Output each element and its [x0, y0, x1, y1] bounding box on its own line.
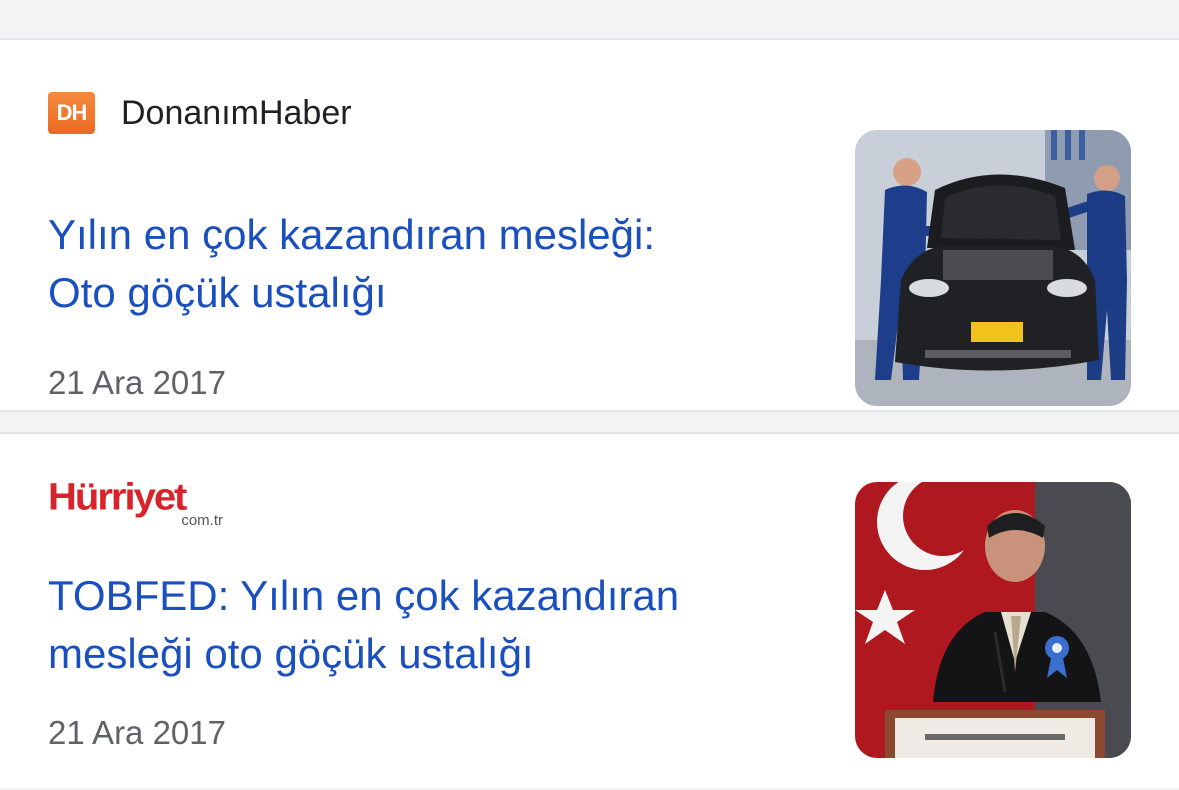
news-card[interactable]: Hürriyet com.tr TOBFED: Yılın en çok kaz…: [0, 434, 1179, 788]
article-date: 21 Ara 2017: [48, 714, 226, 751]
logo-brand-text: Hürriyet: [48, 476, 187, 518]
logo-domain-text: com.tr: [181, 512, 223, 529]
headline-line-2: mesleği oto göçük ustalığı: [48, 630, 534, 677]
article-thumbnail[interactable]: [855, 482, 1131, 758]
hurriyet-logo: Hürriyet com.tr: [48, 478, 223, 530]
card-separator: [0, 412, 1179, 434]
headline-line-1: Yılın en çok kazandıran mesleği:: [48, 211, 655, 258]
article-headline-link[interactable]: Yılın en çok kazandıran mesleği: Oto göç…: [48, 206, 788, 322]
top-spacer: [0, 0, 1179, 40]
logo-text: DH: [56, 100, 88, 125]
mechanics-car-image: [855, 130, 1131, 406]
source-row: DH DonanımHaber: [48, 92, 352, 134]
headline-line-1: TOBFED: Yılın en çok kazandıran: [48, 572, 680, 619]
source-name: DonanımHaber: [121, 93, 352, 132]
news-card[interactable]: DH DonanımHaber Yılın en çok kazandıran …: [0, 40, 1179, 412]
source-row: Hürriyet com.tr: [48, 478, 223, 530]
article-headline-link[interactable]: TOBFED: Yılın en çok kazandıran mesleği …: [48, 567, 788, 683]
donanimhaber-logo: DH: [48, 92, 95, 134]
article-thumbnail[interactable]: [855, 130, 1131, 406]
headline-line-2: Oto göçük ustalığı: [48, 269, 387, 316]
article-date: 21 Ara 2017: [48, 364, 226, 401]
speaker-podium-image: [855, 482, 1131, 758]
